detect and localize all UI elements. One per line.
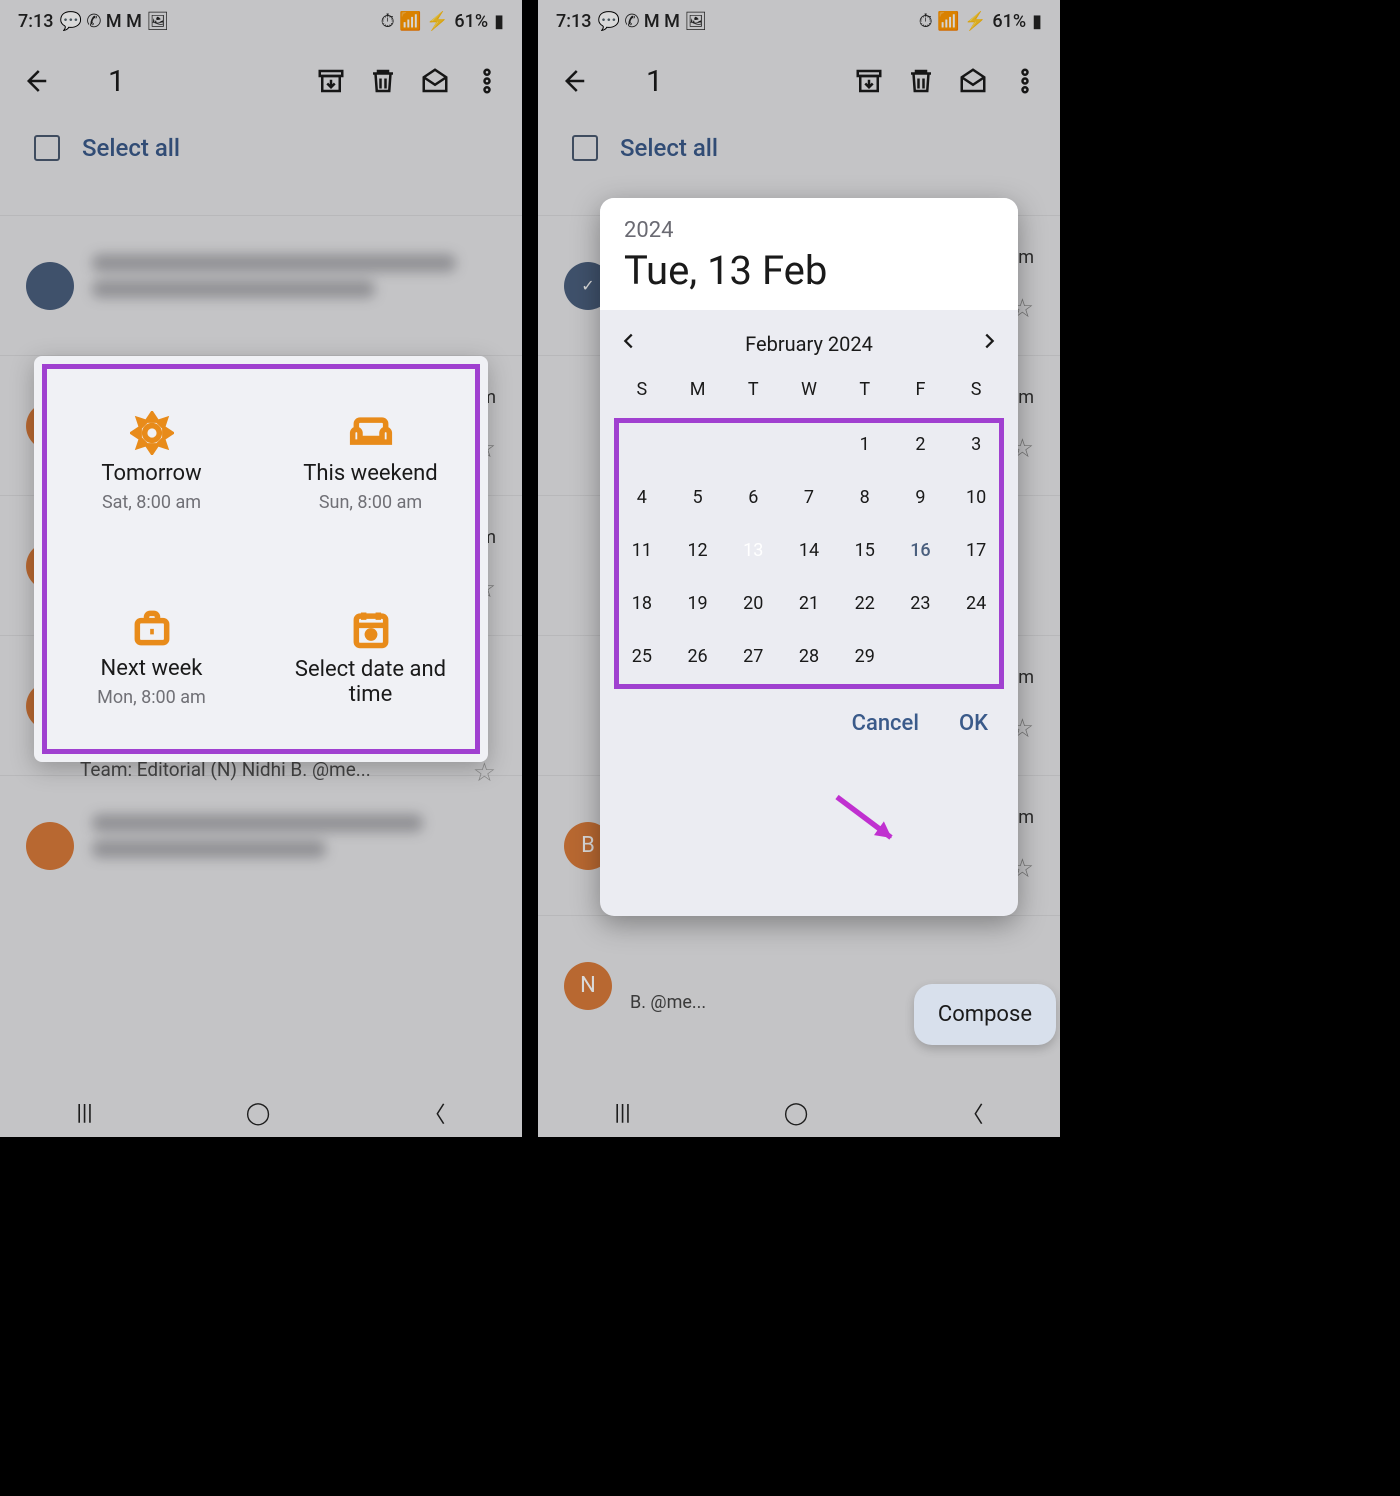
select-all-label: Select all (620, 134, 718, 162)
select-all-row[interactable]: Select all (538, 120, 1060, 176)
battery-icon: ▮ (494, 11, 504, 32)
calendar-week: 123 (600, 418, 1018, 471)
mail-open-icon[interactable] (956, 64, 990, 98)
android-nav: ||| ◯ 〈 (538, 1089, 1060, 1137)
snooze-popover: Tomorrow Sat, 8:00 am This weekend Sun, … (34, 356, 488, 762)
calendar-day[interactable]: 22 (837, 577, 893, 630)
status-battery: 61% (454, 11, 488, 32)
nav-back[interactable]: 〈 (961, 1097, 983, 1129)
android-nav: ||| ◯ 〈 (0, 1089, 522, 1137)
calendar-day[interactable]: 8 (837, 471, 893, 524)
month-nav: February 2024 (600, 310, 1018, 367)
sys-icons: ⏱ 📶 ⚡ (919, 11, 987, 32)
calendar-day[interactable]: 21 (781, 577, 837, 630)
calendar-day[interactable]: 4 (614, 471, 670, 524)
toolbar: 1 (0, 42, 522, 120)
status-battery: 61% (992, 11, 1026, 32)
compose-button[interactable]: Compose (914, 984, 1056, 1045)
nav-recents[interactable]: ||| (615, 1101, 631, 1126)
phone-left: 7:13 💬 ✆ M M 🖼 ⏱ 📶 ⚡ 61% ▮ 1 Select all … (0, 0, 522, 1137)
picker-year[interactable]: 2024 (624, 218, 994, 243)
calendar-week: 2526272829 (600, 630, 1018, 683)
calendar-day[interactable]: 28 (781, 630, 837, 683)
select-all-label: Select all (82, 134, 180, 162)
phone-right: 7:13 💬 ✆ M M 🖼 ⏱ 📶 ⚡ 61% ▮ 1 Select all … (538, 0, 1060, 1137)
notif-icons: 💬 ✆ M M 🖼 (59, 11, 169, 32)
star-icon[interactable]: ☆ (473, 758, 496, 788)
status-time: 7:13 (18, 11, 53, 32)
toolbar: 1 (538, 42, 1060, 120)
sys-icons: ⏱ 📶 ⚡ (381, 11, 449, 32)
calendar-day[interactable]: 24 (948, 577, 1004, 630)
calendar-day[interactable]: 16 (893, 524, 949, 577)
annotation-arrow (828, 788, 918, 858)
trash-icon[interactable] (904, 64, 938, 98)
more-icon[interactable] (470, 64, 504, 98)
battery-icon: ▮ (1032, 11, 1042, 32)
calendar-day[interactable]: 15 (837, 524, 893, 577)
calendar-day[interactable]: 11 (614, 524, 670, 577)
status-time: 7:13 (556, 11, 591, 32)
calendar-day[interactable]: 9 (893, 471, 949, 524)
nav-recents[interactable]: ||| (77, 1101, 93, 1126)
cancel-button[interactable]: Cancel (852, 711, 919, 736)
calendar-day[interactable]: 26 (670, 630, 726, 683)
archive-icon[interactable] (852, 64, 886, 98)
prev-month-icon[interactable] (618, 330, 640, 357)
select-all-row[interactable]: Select all (0, 120, 522, 176)
calendar-day[interactable]: 13 (725, 524, 781, 577)
calendar-day[interactable]: 27 (725, 630, 781, 683)
status-bar: 7:13 💬 ✆ M M 🖼 ⏱ 📶 ⚡ 61% ▮ (538, 0, 1060, 42)
next-month-icon[interactable] (978, 330, 1000, 357)
nav-back[interactable]: 〈 (423, 1097, 445, 1129)
notif-icons: 💬 ✆ M M 🖼 (597, 11, 707, 32)
archive-icon[interactable] (314, 64, 348, 98)
calendar-day[interactable]: 7 (781, 471, 837, 524)
calendar-day[interactable]: 3 (948, 418, 1004, 471)
dow-row: SMTWTFS (600, 367, 1018, 418)
calendar-week: 45678910 (600, 471, 1018, 524)
calendar-day[interactable]: 12 (670, 524, 726, 577)
nav-home[interactable]: ◯ (784, 1101, 809, 1126)
more-icon[interactable] (1008, 64, 1042, 98)
mail-open-icon[interactable] (418, 64, 452, 98)
calendar-day[interactable]: 6 (725, 471, 781, 524)
select-all-checkbox[interactable] (572, 135, 598, 161)
picker-header: 2024 Tue, 13 Feb (600, 198, 1018, 310)
calendar-week: 18192021222324 (600, 577, 1018, 630)
calendar-day[interactable]: 14 (781, 524, 837, 577)
calendar-day[interactable]: 17 (948, 524, 1004, 577)
annotation-box (42, 364, 480, 754)
calendar-grid: 1234567891011121314151617181920212223242… (600, 418, 1018, 683)
calendar-day[interactable]: 5 (670, 471, 726, 524)
calendar-day[interactable]: 23 (893, 577, 949, 630)
month-label: February 2024 (745, 332, 873, 356)
calendar-day[interactable]: 19 (670, 577, 726, 630)
date-picker: 2024 Tue, 13 Feb February 2024 SMTWTFS 1… (600, 198, 1018, 916)
selection-count: 1 (646, 64, 834, 99)
trash-icon[interactable] (366, 64, 400, 98)
back-icon[interactable] (556, 64, 590, 98)
picker-date-label: Tue, 13 Feb (624, 247, 994, 294)
status-bar: 7:13 💬 ✆ M M 🖼 ⏱ 📶 ⚡ 61% ▮ (0, 0, 522, 42)
calendar-week: 11121314151617 (600, 524, 1018, 577)
picker-actions: Cancel OK (600, 691, 1018, 756)
back-icon[interactable] (18, 64, 52, 98)
calendar-day[interactable]: 10 (948, 471, 1004, 524)
calendar-day[interactable]: 18 (614, 577, 670, 630)
ok-button[interactable]: OK (959, 711, 988, 736)
selection-count: 1 (108, 64, 296, 99)
calendar-day[interactable]: 2 (893, 418, 949, 471)
calendar-day[interactable]: 1 (837, 418, 893, 471)
calendar-day[interactable]: 20 (725, 577, 781, 630)
nav-home[interactable]: ◯ (246, 1101, 271, 1126)
calendar-day[interactable]: 29 (837, 630, 893, 683)
calendar-day[interactable]: 25 (614, 630, 670, 683)
select-all-checkbox[interactable] (34, 135, 60, 161)
